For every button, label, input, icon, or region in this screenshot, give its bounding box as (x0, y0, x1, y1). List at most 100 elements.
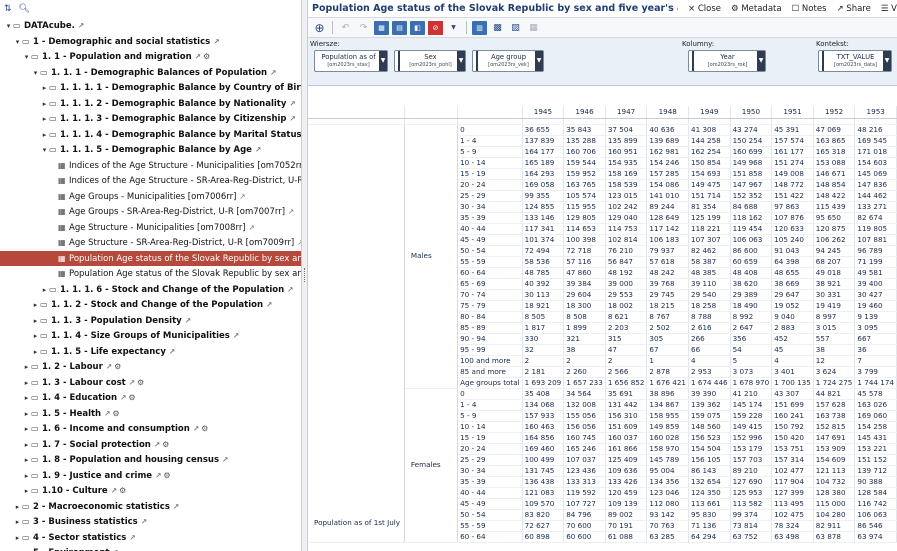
value-cell[interactable]: 164 177 (522, 146, 565, 158)
value-cell[interactable]: 97 863 (771, 201, 814, 213)
value-cell[interactable]: 116 742 (854, 498, 897, 510)
value-cell[interactable]: 83 820 (522, 509, 565, 521)
value-cell[interactable]: 667 (854, 333, 897, 345)
value-cell[interactable]: 1 724 275 (813, 377, 856, 389)
value-cell[interactable]: 135 899 (605, 135, 648, 147)
value-cell[interactable]: 70 600 (563, 520, 606, 532)
value-cell[interactable]: 30 113 (522, 289, 565, 301)
value-cell[interactable]: 1 700 135 (771, 377, 814, 389)
action-share[interactable]: ↗ Share (836, 4, 870, 14)
options-dropdown-icon[interactable]: ▼ (446, 21, 461, 35)
value-cell[interactable]: 159 075 (688, 410, 731, 422)
value-cell[interactable]: 141 010 (646, 190, 690, 202)
chevron-down-icon[interactable]: ▼ (379, 51, 387, 71)
value-cell[interactable]: 147 967 (730, 179, 773, 191)
value-cell[interactable]: 330 (522, 333, 565, 345)
value-cell[interactable]: 71 136 (688, 520, 731, 532)
chart-bar-icon[interactable]: ▩ (490, 21, 505, 35)
filter-icon[interactable]: ▤ (392, 20, 407, 35)
value-cell[interactable]: 160 699 (730, 146, 773, 158)
value-cell[interactable]: 47 069 (813, 124, 856, 136)
collapsed-arrow-icon[interactable]: ▸ (40, 81, 49, 97)
value-cell[interactable]: 86 546 (854, 520, 897, 532)
collapsed-arrow-icon[interactable]: ▸ (31, 329, 40, 345)
value-cell[interactable]: 61 088 (605, 531, 648, 543)
value-cell[interactable]: 2 566 (605, 366, 648, 378)
value-cell[interactable]: 47 (605, 344, 648, 356)
value-cell[interactable]: 150 420 (771, 432, 814, 444)
value-cell[interactable]: 29 647 (771, 289, 814, 301)
value-cell[interactable]: 60 898 (522, 531, 565, 543)
value-cell[interactable]: 159 952 (563, 168, 606, 180)
gear-icon[interactable]: ⚙ (112, 409, 119, 418)
collapsed-arrow-icon[interactable]: ▸ (40, 97, 49, 113)
tree-item[interactable]: ▸ ▭ 1. 8 - Population and housing census ↗ (0, 452, 301, 468)
value-cell[interactable]: 8 505 (522, 311, 565, 323)
value-cell[interactable]: 161 866 (605, 443, 648, 455)
value-cell[interactable]: 18 258 (688, 300, 731, 312)
value-cell[interactable]: 2 883 (771, 322, 814, 334)
value-cell[interactable]: 72 718 (563, 245, 606, 257)
value-cell[interactable]: 73 814 (730, 520, 773, 532)
value-cell[interactable]: 113 582 (730, 498, 773, 510)
year-header[interactable]: 1946 (563, 106, 606, 119)
external-link-icon[interactable]: ↗ (255, 145, 261, 154)
external-link-icon[interactable]: ↗ (155, 471, 161, 480)
value-cell[interactable]: 147 691 (813, 432, 856, 444)
value-cell[interactable]: 115 000 (813, 498, 856, 510)
value-cell[interactable]: 18 921 (522, 300, 565, 312)
value-cell[interactable]: 156 105 (688, 454, 731, 466)
value-cell[interactable]: 114 653 (563, 223, 606, 235)
value-cell[interactable]: 70 191 (605, 520, 648, 532)
collapsed-arrow-icon[interactable]: ▸ (22, 407, 31, 423)
value-cell[interactable]: 57 618 (646, 256, 690, 268)
action-metadata[interactable]: ⚙ Metadata (731, 4, 782, 14)
external-link-icon[interactable]: ↗ (111, 486, 117, 495)
tree-item[interactable]: ▾ ▭ 1. 1. 1 - Demographic Balances of Popu… (0, 65, 301, 81)
splitter-grip[interactable] (304, 268, 306, 282)
value-cell[interactable]: 125 409 (605, 454, 648, 466)
gear-icon[interactable]: ⚙ (114, 362, 121, 371)
collapsed-arrow-icon[interactable]: ▸ (22, 422, 31, 438)
value-cell[interactable]: 165 246 (563, 443, 606, 455)
value-cell[interactable]: 37 504 (605, 124, 648, 136)
value-cell[interactable]: 160 241 (771, 410, 814, 422)
value-cell[interactable]: 119 592 (563, 487, 606, 499)
value-cell[interactable]: 131 442 (605, 399, 648, 411)
value-cell[interactable]: 154 258 (854, 421, 897, 433)
value-cell[interactable]: 139 689 (646, 135, 690, 147)
value-cell[interactable]: 58 387 (688, 256, 731, 268)
tree-item[interactable]: ▸ ▭ 4 - Sector statistics ↗ (0, 530, 301, 546)
value-cell[interactable]: 119 454 (730, 223, 773, 235)
value-cell[interactable]: 2 203 (605, 322, 648, 334)
year-header[interactable]: 1947 (605, 106, 648, 119)
external-link-icon[interactable]: ↗ (290, 114, 296, 123)
value-cell[interactable]: 39 400 (854, 278, 897, 290)
value-cell[interactable]: 2 647 (730, 322, 773, 334)
value-cell[interactable]: 169 058 (522, 179, 565, 191)
value-cell[interactable]: 19 460 (854, 300, 897, 312)
value-cell[interactable]: 144 462 (854, 190, 897, 202)
value-cell[interactable]: 89 244 (646, 201, 690, 213)
value-cell[interactable]: 160 463 (522, 421, 565, 433)
value-cell[interactable]: 8 508 (563, 311, 606, 323)
value-cell[interactable]: 36 655 (522, 124, 565, 136)
value-cell[interactable]: 154 935 (605, 157, 648, 169)
value-cell[interactable]: 154 603 (854, 157, 897, 169)
value-cell[interactable]: 76 210 (605, 245, 648, 257)
value-cell[interactable]: 102 242 (605, 201, 648, 213)
value-cell[interactable]: 71 199 (854, 256, 897, 268)
value-cell[interactable]: 35 843 (563, 124, 606, 136)
value-cell[interactable]: 8 992 (730, 311, 773, 323)
gear-icon[interactable]: ⚙ (163, 471, 170, 480)
value-cell[interactable]: 129 040 (605, 212, 648, 224)
download-icon[interactable]: ⊕ (312, 21, 327, 35)
value-cell[interactable]: 60 600 (563, 531, 606, 543)
external-link-icon[interactable]: ↗ (129, 533, 135, 542)
value-cell[interactable]: 154 609 (813, 454, 856, 466)
value-cell[interactable]: 160 745 (563, 432, 606, 444)
value-cell[interactable]: 84 688 (730, 201, 773, 213)
external-link-icon[interactable]: ↗ (270, 68, 276, 77)
value-cell[interactable]: 139 712 (854, 465, 897, 477)
value-cell[interactable]: 39 390 (688, 388, 731, 400)
